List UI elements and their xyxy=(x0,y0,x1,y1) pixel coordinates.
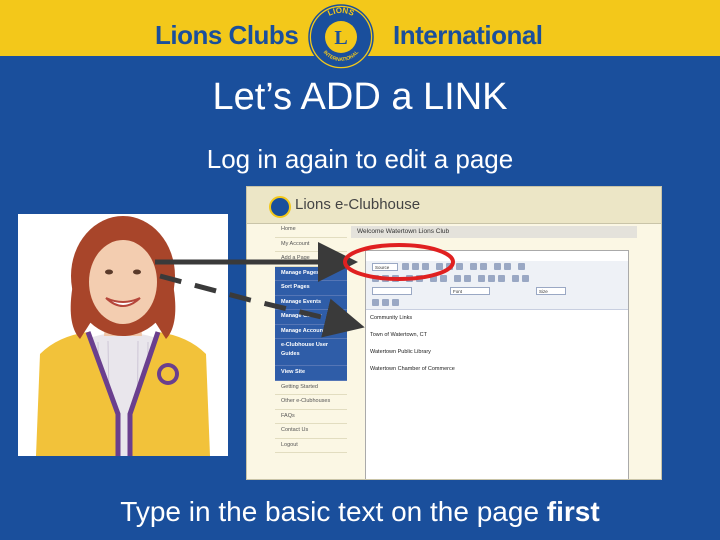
eclubhouse-header: Lions e-Clubhouse xyxy=(247,187,661,224)
sidebar-item-other-eclubhouses[interactable]: Other e-Clubhouses xyxy=(275,395,347,410)
table-icon[interactable] xyxy=(522,275,529,282)
cut-icon[interactable] xyxy=(436,263,443,270)
sidebar-item-logout[interactable]: Logout xyxy=(275,439,347,453)
style-select[interactable] xyxy=(372,287,412,295)
eclubhouse-sidebar: Home My Account Add a Page Manage Pages … xyxy=(275,223,347,479)
replace-icon[interactable] xyxy=(504,263,511,270)
anchor-icon[interactable] xyxy=(498,275,505,282)
editor-line: Community Links xyxy=(370,315,413,321)
editor-line: Watertown Chamber of Commerce xyxy=(370,366,455,372)
editor-toolbar-4 xyxy=(366,297,628,310)
eclubhouse-screenshot: Lions e-Clubhouse Home My Account Add a … xyxy=(246,186,662,480)
footer-text: Type in the basic text on the page xyxy=(120,496,547,527)
about-icon[interactable] xyxy=(392,299,399,306)
underline-icon[interactable] xyxy=(392,275,399,282)
image-icon[interactable] xyxy=(512,275,519,282)
lion-member-photo xyxy=(18,214,228,456)
sidebar-item-manage-gallery[interactable]: Manage Gallery xyxy=(275,310,347,325)
undo-icon[interactable] xyxy=(470,263,477,270)
paste-icon[interactable] xyxy=(456,263,463,270)
font-select[interactable]: Font xyxy=(450,287,490,295)
copy-icon[interactable] xyxy=(446,263,453,270)
sidebar-item-sort-pages[interactable]: Sort Pages xyxy=(275,281,347,296)
numbered-list-icon[interactable] xyxy=(406,275,413,282)
slide-footer: Type in the basic text on the page first xyxy=(0,496,720,528)
redo-icon[interactable] xyxy=(480,263,487,270)
bold-icon[interactable] xyxy=(372,275,379,282)
sidebar-item-contact-us[interactable]: Contact Us xyxy=(275,424,347,439)
align-center-icon[interactable] xyxy=(464,275,471,282)
align-left-icon[interactable] xyxy=(454,275,461,282)
lions-logo-icon: LIONS INTERNATIONAL L xyxy=(308,4,374,70)
sidebar-item-add-page[interactable]: Add a Page xyxy=(275,252,347,267)
link-icon[interactable] xyxy=(478,275,485,282)
source-button[interactable]: Source xyxy=(372,263,398,271)
eclubhouse-title: Lions e-Clubhouse xyxy=(295,196,421,213)
sidebar-item-user-guides[interactable]: e-Clubhouse User Guides xyxy=(275,339,347,366)
sidebar-item-home[interactable]: Home xyxy=(275,223,347,238)
sidebar-item-getting-started[interactable]: Getting Started xyxy=(275,381,347,395)
italic-icon[interactable] xyxy=(382,275,389,282)
find-icon[interactable] xyxy=(494,263,501,270)
new-page-icon[interactable] xyxy=(412,263,419,270)
show-blocks-icon[interactable] xyxy=(382,299,389,306)
maximize-icon[interactable] xyxy=(372,299,379,306)
content-title: Welcome Watertown Lions Club xyxy=(351,226,637,238)
sidebar-item-manage-pages[interactable]: Manage Pages xyxy=(275,266,347,281)
sidebar-item-manage-accounts[interactable]: Manage Accounts xyxy=(275,324,347,339)
brand-international: International xyxy=(393,20,543,50)
unlink-icon[interactable] xyxy=(488,275,495,282)
eclubhouse-logo-icon xyxy=(269,196,291,218)
editor-line: Watertown Public Library xyxy=(370,349,431,355)
indent-icon[interactable] xyxy=(440,275,447,282)
footer-bold-text: first xyxy=(546,496,600,527)
bulleted-list-icon[interactable] xyxy=(416,275,423,282)
preview-icon[interactable] xyxy=(422,263,429,270)
editor-line: Town of Watertown, CT xyxy=(370,332,427,338)
slide-subtitle: Log in again to edit a page xyxy=(206,144,514,174)
brand-lions-clubs: Lions Clubs xyxy=(155,20,299,50)
sidebar-item-view-site[interactable]: View Site xyxy=(275,366,347,381)
sidebar-item-faqs[interactable]: FAQs xyxy=(275,410,347,424)
eclubhouse-content: Welcome Watertown Lions Club Community L… xyxy=(347,223,661,479)
outdent-icon[interactable] xyxy=(430,275,437,282)
sidebar-item-my-account[interactable]: My Account xyxy=(275,238,347,252)
rich-text-editor[interactable]: Source Font Size Community Links Town of… xyxy=(365,250,629,479)
slide-title: Let’s ADD a LINK xyxy=(212,76,508,118)
select-all-icon[interactable] xyxy=(518,263,525,270)
sidebar-item-manage-events[interactable]: Manage Events xyxy=(275,295,347,310)
save-icon[interactable] xyxy=(402,263,409,270)
svg-text:L: L xyxy=(334,27,347,49)
size-select[interactable]: Size xyxy=(536,287,566,295)
